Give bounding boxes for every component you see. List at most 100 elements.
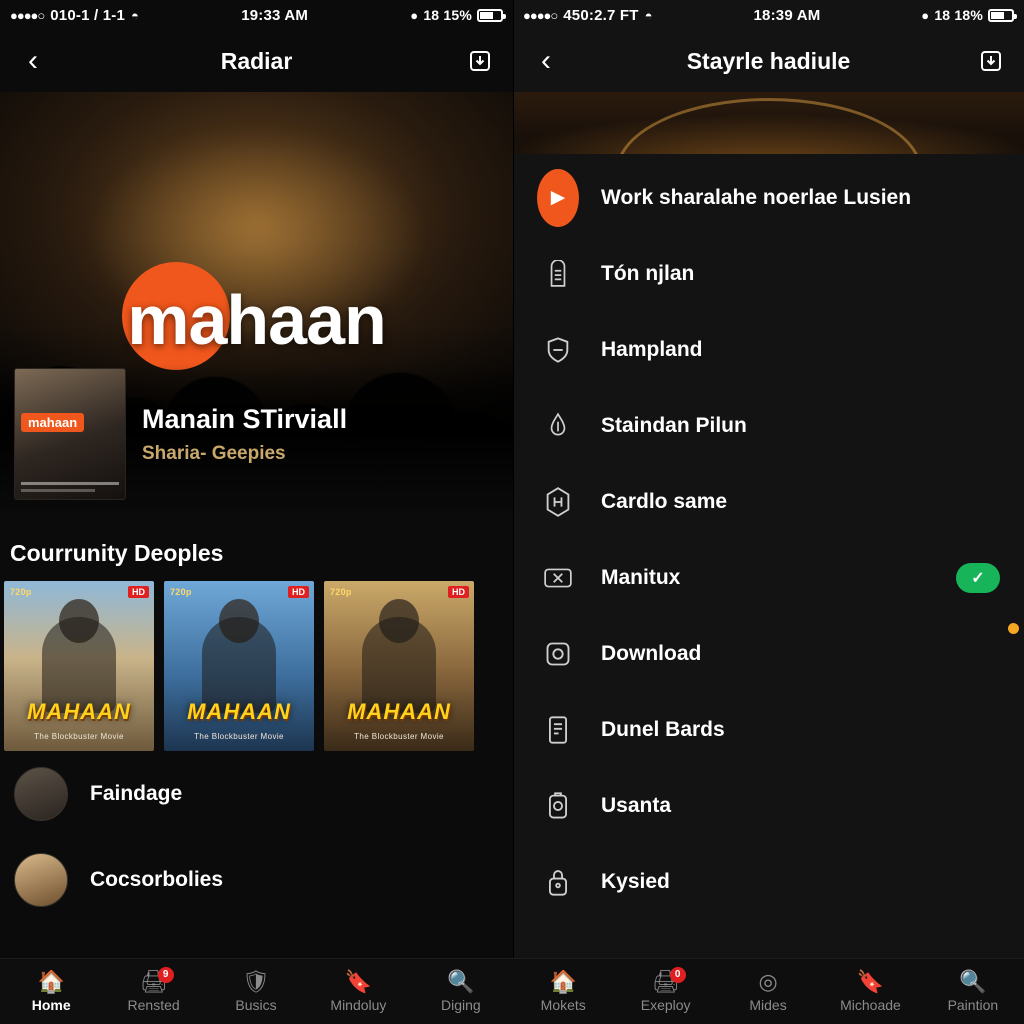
tab-paintion[interactable]: 🔍 Paintion <box>922 970 1024 1013</box>
tab-label: Rensted <box>127 996 180 1013</box>
bookmark-icon: 🔖 <box>856 968 885 994</box>
carrier-label: 450:2.7 FT <box>563 6 639 24</box>
card-row: 720p HD MAHAAN The Blockbuster Movie 720… <box>0 581 513 751</box>
tab-busics[interactable]: 🛡 Busics <box>205 970 307 1013</box>
right-pane: ●●●●○ 450:2.7 FT ◓ 18:39 AM ● 18 18% ‹ S… <box>513 0 1024 1024</box>
right-header: ‹ Stayrle hadiule <box>513 30 1024 92</box>
tab-label: Busics <box>235 996 277 1013</box>
menu-item-download[interactable]: Download <box>513 616 1024 692</box>
card-quality-label: 720p <box>10 587 32 597</box>
card-title: MAHAAN <box>347 699 451 724</box>
hexagon-h-icon <box>537 481 579 523</box>
menu-item-label: Hampland <box>601 338 703 361</box>
tab-label: Michoade <box>840 996 901 1013</box>
title-texts: Manain STirviall Sharia- Geepies <box>142 404 347 465</box>
card-badge: HD <box>288 586 309 598</box>
menu-item-dunel-bards[interactable]: Dunel Bards <box>513 692 1024 768</box>
tab-mokets[interactable]: 🏠 Mokets <box>512 968 614 1013</box>
list-item-label: Cocsorbolies <box>90 868 224 891</box>
tab-diging[interactable]: 🔍 Diging <box>410 968 512 1013</box>
poster-badge: mahaan <box>21 413 85 432</box>
card-badge: HD <box>448 586 469 598</box>
battery-icon <box>988 8 1017 22</box>
left-status-right: ● 18 15% <box>410 7 506 23</box>
download-button[interactable] <box>974 44 1008 78</box>
hero-logo: mahaan <box>0 262 513 370</box>
back-button[interactable]: ‹ <box>529 44 563 78</box>
menu-item-usanta[interactable]: Usanta <box>513 768 1024 844</box>
tab-label: Diging <box>440 996 481 1013</box>
left-status-bar: ●●●●○ 010-1 / 1-1 ◓ 19:33 AM ● 18 15% <box>0 0 513 30</box>
menu-item-kysied[interactable]: Kysied <box>513 844 1024 920</box>
menu-item-label: Dunel Bards <box>601 718 725 741</box>
tab-mides[interactable]: ◎ Mides <box>717 968 819 1013</box>
content-title: Manain STirviall <box>142 403 348 434</box>
right-status-left: ●●●●○ 450:2.7 FT ◓ <box>523 7 653 24</box>
drop-icon: ● <box>410 7 419 23</box>
signal-dots-icon: ●●●●○ <box>523 7 558 23</box>
tab-rensted[interactable]: 🖨 9 Rensted <box>102 966 204 1013</box>
hero-banner[interactable]: mahaan mahaan Manain STirviall Sharia- G… <box>0 92 513 514</box>
tab-home[interactable]: 🏠 Home <box>0 970 102 1013</box>
back-button[interactable]: ‹ <box>16 44 50 78</box>
clock-label: 18:39 AM <box>753 6 821 24</box>
check-toggle[interactable]: ✓ <box>956 563 1000 593</box>
left-status-left: ●●●●○ 010-1 / 1-1 ◓ <box>10 7 139 24</box>
avatar <box>14 853 68 907</box>
settings-menu: ► Work sharalahe noerlae Lusien Tón njla… <box>513 154 1024 920</box>
lock-icon <box>537 861 579 903</box>
menu-item-hampland[interactable]: Hampland <box>513 312 1024 388</box>
bookmark-icon: 🔖 <box>344 968 373 994</box>
download-icon <box>470 51 490 71</box>
download-box-icon <box>537 622 1020 675</box>
page-title: Stayrle hadiule <box>686 47 851 74</box>
compass-icon: ◎ <box>758 968 778 994</box>
shield-icon <box>537 329 579 371</box>
list-item[interactable]: Faindage <box>0 751 513 837</box>
menu-item-cardlo[interactable]: Cardlo same <box>513 464 1024 540</box>
clock-label: 19:33 AM <box>241 6 309 24</box>
hero-logo-text: mahaan <box>127 281 387 359</box>
tab-badge: 9 <box>157 966 174 983</box>
play-circle-icon: ► <box>537 169 579 227</box>
card-subtitle: The Blockbuster Movie <box>34 732 124 741</box>
wifi-icon: ◓ <box>644 7 653 23</box>
menu-item-work[interactable]: ► Work sharalahe noerlae Lusien <box>513 160 1024 236</box>
menu-item-staindan[interactable]: Staindan Pilun <box>513 388 1024 464</box>
movie-card[interactable]: 720p HD MAHAAN The Blockbuster Movie <box>4 581 154 751</box>
movie-card[interactable]: 720p HD MAHAAN The Blockbuster Movie <box>324 581 474 751</box>
thermometer-icon <box>537 405 579 447</box>
card-subtitle: The Blockbuster Movie <box>194 732 284 741</box>
menu-item-label: Work sharalahe noerlae Lusien <box>601 186 912 209</box>
card-quality-label: 720p <box>330 587 352 597</box>
menu-item-label: Usanta <box>601 794 672 817</box>
download-button[interactable] <box>463 44 497 78</box>
notification-dot-badge <box>1007 622 1020 635</box>
poster-thumbnail[interactable]: mahaan <box>14 368 126 500</box>
tab-michoade[interactable]: 🔖 Michoade <box>819 968 921 1013</box>
menu-item-label: Manitux <box>601 566 681 589</box>
drop-icon: ● <box>921 7 930 23</box>
home-icon: 🏠 <box>549 968 577 994</box>
menu-item-manitux[interactable]: Manitux ✓ <box>513 540 1024 616</box>
menu-item-label: Download <box>601 642 702 665</box>
card-badge: HD <box>128 586 149 598</box>
tab-exeploy[interactable]: 🖨 0 Exeploy <box>614 966 716 1013</box>
card-quality-label: 720p <box>170 587 192 597</box>
menu-item-ton[interactable]: Tón njlan <box>513 236 1024 312</box>
chevron-left-icon: ‹ <box>541 44 551 77</box>
menu-item-label: Cardlo same <box>601 490 728 513</box>
app-screen: ●●●●○ 010-1 / 1-1 ◓ 19:33 AM ● 18 15% ‹ … <box>0 0 1024 1024</box>
tab-mindoluy[interactable]: 🔖 Mindoluy <box>307 968 409 1013</box>
movie-card[interactable]: 720p HD MAHAAN The Blockbuster Movie <box>164 581 314 751</box>
list-item[interactable]: Cocsorbolies <box>0 837 513 923</box>
card-subtitle: The Blockbuster Movie <box>354 732 444 741</box>
card-title: MAHAAN <box>187 699 291 724</box>
search-icon: 🔍 <box>447 968 475 994</box>
tab-label: Exeploy <box>640 996 691 1013</box>
left-header: ‹ Radiar <box>0 30 513 92</box>
tab-badge: 0 <box>669 966 686 983</box>
chevron-left-icon: ‹ <box>28 44 38 77</box>
ticket-icon <box>537 557 579 599</box>
title-block: mahaan Manain STirviall Sharia- Geepies <box>0 364 513 514</box>
